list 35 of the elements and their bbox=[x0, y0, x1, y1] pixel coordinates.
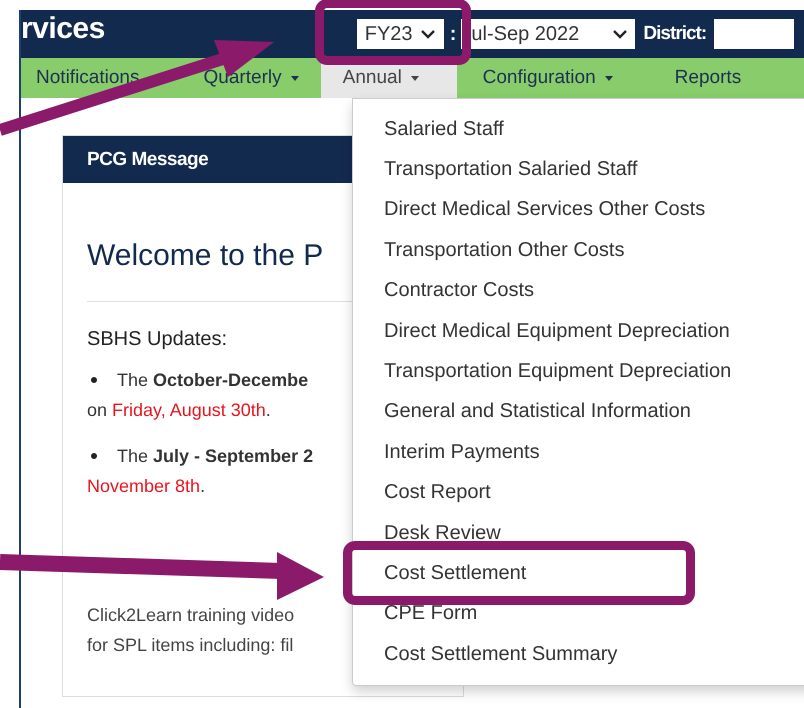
menu-item[interactable]: Transportation Equipment Depreciation bbox=[353, 351, 804, 392]
bullet-icon bbox=[91, 453, 97, 459]
updates-heading: SBHS Updates: bbox=[87, 328, 228, 351]
separator: : bbox=[450, 22, 456, 46]
arrow-icon bbox=[0, 552, 324, 600]
menu-item[interactable]: CPE Form bbox=[353, 594, 804, 634]
menu-item[interactable]: Interim Payments bbox=[353, 432, 804, 473]
menu-item[interactable]: Cost Settlement Summary bbox=[353, 634, 804, 674]
fiscal-year-select[interactable]: FY23 bbox=[356, 19, 444, 49]
district-label: District: bbox=[643, 23, 706, 45]
menu-item[interactable]: Contractor Costs bbox=[353, 270, 804, 311]
training-text: Click2Learn training video bbox=[87, 604, 294, 627]
menu-item[interactable]: General and Statistical Information bbox=[353, 392, 804, 432]
menu-item[interactable]: Cost Report bbox=[353, 472, 804, 513]
update-text: The July - September 2 bbox=[117, 445, 314, 468]
update-text: on Friday, August 30th. bbox=[87, 399, 271, 422]
district-field[interactable] bbox=[714, 19, 794, 49]
update-text: The October-Decembe bbox=[117, 369, 308, 392]
menu-item[interactable]: Direct Medical Equipment Depreciation bbox=[353, 310, 804, 352]
nav-menu-item[interactable]: Reports bbox=[652, 58, 764, 98]
menu-item[interactable]: Desk Review bbox=[353, 512, 804, 554]
nav-menu-item[interactable]: Configuration bbox=[456, 58, 653, 98]
menu-item[interactable]: Transportation Other Costs bbox=[353, 230, 804, 271]
training-text: for SPL items including: fil bbox=[87, 634, 294, 657]
bullet-icon bbox=[91, 377, 97, 383]
chevron-icon bbox=[613, 30, 628, 38]
menu-item[interactable]: Cost Settlement bbox=[353, 553, 804, 594]
chevron-icon bbox=[420, 30, 435, 38]
nav-menu-item[interactable]: Quarterly bbox=[182, 58, 321, 98]
site-title: rvices bbox=[21, 12, 105, 46]
quarter-select[interactable]: ul-Sep 2022 bbox=[461, 19, 636, 49]
menu-item[interactable]: Direct Medical Services Other Costs bbox=[353, 190, 804, 230]
nav-menu-item[interactable]: Notifications bbox=[21, 58, 182, 98]
update-text: November 8th. bbox=[87, 475, 206, 498]
welcome-heading: Welcome to the P bbox=[87, 239, 324, 273]
